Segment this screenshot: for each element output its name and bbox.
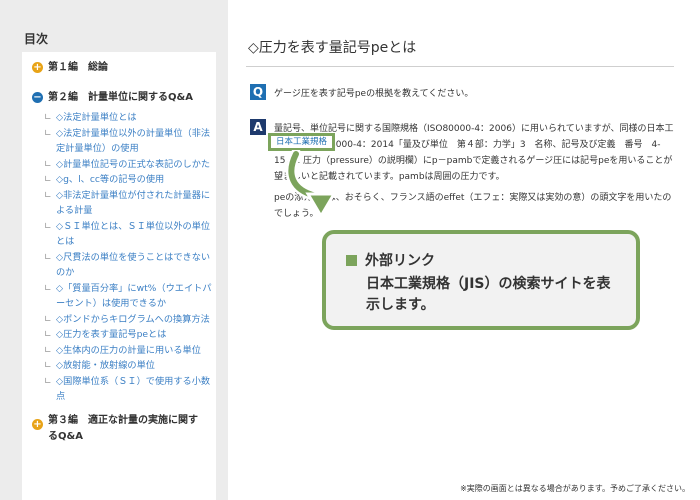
footnote: ※実際の画面とは異なる場合があります。予めご了承ください。 (460, 484, 690, 493)
corner-icon: ∟ (44, 158, 52, 170)
toc-item[interactable]: ∟ ◇生体内の圧力の計量に用いる単位 (44, 343, 216, 359)
plus-icon: + (32, 62, 43, 73)
toc-section-label: 第２編 計量単位に関するQ&A (48, 92, 193, 103)
answer-badge: A (250, 119, 266, 135)
corner-icon: ∟ (44, 282, 52, 294)
curved-arrow-icon (285, 150, 337, 219)
sidebar-title: 目次 (24, 32, 49, 46)
callout-body: 日本工業規格（JIS）の検索サイトを表示します。 (366, 276, 611, 313)
callout-heading-text: 外部リンク (365, 253, 435, 269)
toc-section-3[interactable]: + 第３編 適正な計量の実施に関するQ&A (32, 413, 202, 445)
external-link-callout: 外部リンク 日本工業規格（JIS）の検索サイトを表示します。 (322, 230, 640, 330)
minus-icon: − (32, 92, 43, 103)
toc-item[interactable]: ∟ ◇ポンドからキログラムへの換算方法 (44, 312, 216, 328)
corner-icon: ∟ (44, 174, 52, 185)
toc-item[interactable]: ∟ ◇圧力を表す量記号peとは (44, 327, 216, 343)
plus-icon: + (32, 418, 43, 430)
toc-section-label: 第３編 適正な計量の実施に関するQ&A (48, 414, 198, 442)
toc-item[interactable]: ∟ ◇法定計量単位とは (44, 110, 216, 126)
corner-icon: ∟ (44, 251, 52, 263)
jis-link[interactable]: 日本工業規格 (268, 133, 335, 151)
toc-item[interactable]: ∟ ◇g、l、cc等の記号の使用 (44, 172, 216, 188)
toc-item[interactable]: ∟ ◇「質量百分率」にwt%（ウエイトパーセント）は使用できるか (44, 281, 216, 312)
toc-item[interactable]: ∟ ◇非法定計量単位が付された計量器による計量 (44, 188, 216, 219)
toc-section-label: 第１編 総論 (48, 62, 108, 73)
corner-icon: ∟ (44, 220, 52, 232)
toc-panel: + 第１編 総論 − 第２編 計量単位に関するQ&A ∟ ◇法定計量単位とは ∟ ◇… (22, 52, 216, 500)
title-divider (246, 66, 674, 67)
corner-icon: ∟ (44, 344, 52, 356)
toc-section-2[interactable]: − 第２編 計量単位に関するQ&A (32, 90, 216, 106)
question-badge: Q (250, 84, 266, 100)
callout-heading: 外部リンク (346, 250, 616, 270)
corner-icon: ∟ (44, 189, 52, 201)
corner-icon: ∟ (44, 313, 52, 325)
toc-item[interactable]: ∟ ◇放射能・放射線の単位 (44, 358, 216, 374)
corner-icon: ∟ (44, 112, 52, 123)
corner-icon: ∟ (44, 127, 52, 139)
corner-icon: ∟ (44, 329, 52, 340)
toc-item[interactable]: ∟ ◇ＳＩ単位とは、ＳＩ単位以外の単位とは (44, 219, 216, 250)
table-of-contents-sidebar: 目次 + 第１編 総論 − 第２編 計量単位に関するQ&A ∟ ◇法定計量単位とは… (0, 0, 228, 500)
corner-icon: ∟ (44, 375, 52, 387)
question-text: ゲージ圧を表す記号peの根拠を教えてください。 (274, 89, 474, 99)
toc-section-1[interactable]: + 第１編 総論 (32, 60, 216, 76)
toc-item[interactable]: ∟ ◇法定計量単位以外の計量単位（非法定計量単位）の使用 (44, 126, 216, 157)
page-title: ◇圧力を表す量記号peとは (248, 40, 417, 56)
toc-item[interactable]: ∟ ◇計量単位記号の正式な表記のしかた (44, 157, 216, 173)
toc-sub-list: ∟ ◇法定計量単位とは ∟ ◇法定計量単位以外の計量単位（非法定計量単位）の使用 ∟… (44, 110, 216, 405)
corner-icon: ∟ (44, 360, 52, 371)
toc-item[interactable]: ∟ ◇国際単位系（ＳＩ）で使用する小数点 (44, 374, 216, 405)
toc-item[interactable]: ∟ ◇尺貫法の単位を使うことはできないのか (44, 250, 216, 281)
square-bullet-icon (346, 254, 357, 266)
